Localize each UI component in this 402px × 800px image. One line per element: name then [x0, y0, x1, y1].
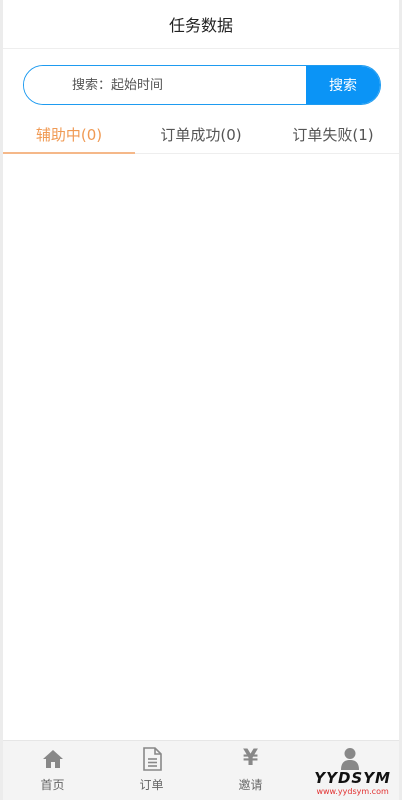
tab-order-success[interactable]: 订单成功(0) — [135, 116, 267, 153]
nav-orders-label: 订单 — [139, 778, 164, 792]
watermark-text: YYDSYM — [314, 769, 391, 787]
yen-icon: ¥ — [239, 747, 263, 771]
document-icon — [140, 747, 164, 771]
search-input[interactable] — [24, 66, 306, 104]
page: 任务数据 搜索 辅助中(0) 订单成功(0) 订单失败(1) 首页 — [0, 0, 402, 800]
tab-bar: 辅助中(0) 订单成功(0) 订单失败(1) — [3, 116, 399, 154]
nav-home-label: 首页 — [40, 778, 65, 792]
watermark-url: www.yydsym.com — [316, 787, 389, 796]
nav-orders[interactable]: 订单 — [102, 741, 201, 800]
nav-invite-label: 邀请 — [238, 778, 263, 792]
search-button[interactable]: 搜索 — [306, 66, 380, 104]
nav-home[interactable]: 首页 — [3, 741, 102, 800]
tab-in-progress[interactable]: 辅助中(0) — [3, 116, 135, 154]
search-bar: 搜索 — [23, 65, 381, 105]
page-header: 任务数据 — [3, 0, 399, 49]
watermark-logo: YYDSYM www.yydsym.com — [314, 771, 391, 796]
home-icon — [41, 747, 65, 771]
yen-glyph: ¥ — [242, 746, 259, 771]
nav-invite[interactable]: ¥ 邀请 — [201, 741, 300, 800]
page-title: 任务数据 — [168, 16, 233, 35]
tab-order-failed[interactable]: 订单失败(1) — [267, 116, 399, 153]
user-icon — [338, 747, 362, 771]
